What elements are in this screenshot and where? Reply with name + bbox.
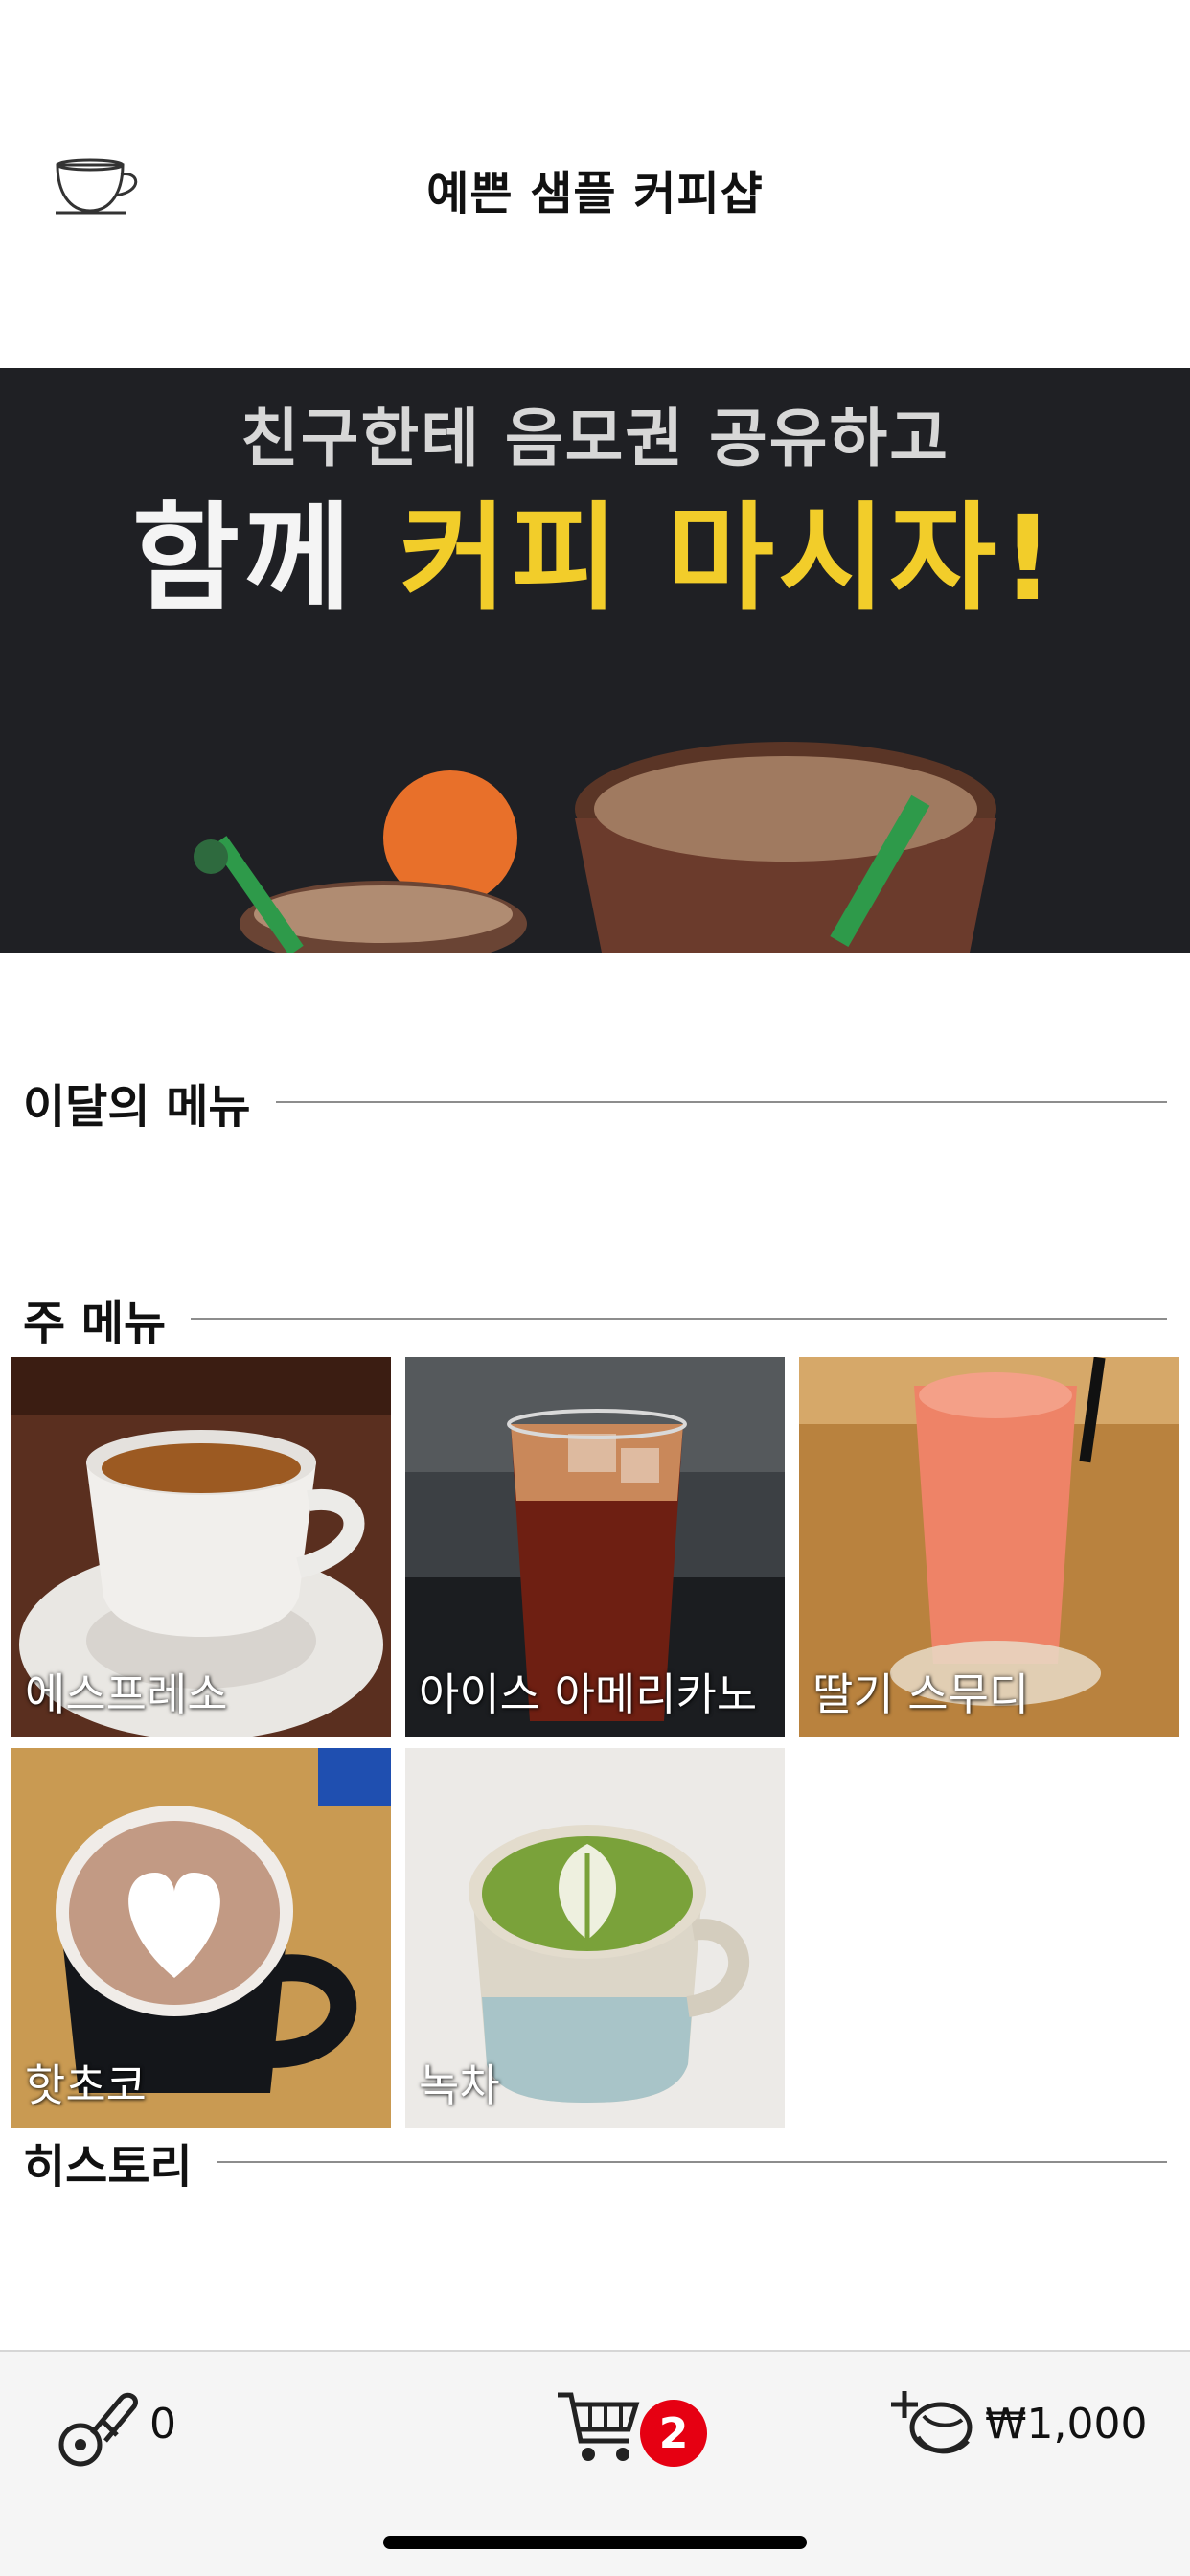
stamp-count: 0 — [149, 2399, 176, 2449]
banner-headline-white: 함께 — [131, 491, 400, 627]
menu-item-espresso[interactable]: 에스프레소 — [11, 1357, 391, 1736]
menu-item-iced-americano[interactable]: 아이스 아메리카노 — [405, 1357, 785, 1736]
banner-drinks-image — [194, 742, 996, 953]
cart-badge: 2 — [640, 2400, 707, 2467]
section-title: 주 메뉴 — [23, 1297, 167, 1350]
banner-headline: 함께 커피 마시자! — [0, 464, 1190, 633]
app-title: 예쁜 샘플 커피샵 — [426, 167, 764, 220]
menu-item-label: 아이스 아메리카노 — [419, 1668, 758, 1720]
divider — [217, 2161, 1167, 2163]
cart-icon — [558, 2392, 640, 2461]
promo-banner[interactable]: 친구한테 음모권 공유하고 함께 커피 마시자! — [0, 368, 1190, 953]
home-indicator[interactable] — [383, 2536, 807, 2549]
section-monthly-menu: 이달의 메뉴 — [23, 1073, 1167, 1134]
menu-item-label: 딸기 스무디 — [812, 1668, 1030, 1720]
add-coin-icon — [891, 2391, 973, 2454]
divider — [275, 1101, 1167, 1103]
stamp-button[interactable]: 0 — [54, 2371, 176, 2476]
menu-item-green-tea[interactable]: 녹차 — [405, 1748, 785, 2128]
balance-button[interactable]: ₩1,000 — [885, 2371, 1147, 2476]
divider — [191, 1318, 1167, 1320]
section-main-menu: 주 메뉴 — [23, 1290, 1167, 1350]
menu-item-label: 핫초코 — [25, 2059, 147, 2111]
menu-item-label: 에스프레소 — [25, 1668, 228, 1720]
app-header: 예쁜 샘플 커피샵 — [0, 0, 1190, 368]
balance-amount: ₩1,000 — [985, 2399, 1148, 2449]
banner-headline-yellow: 커피 마시자! — [399, 491, 1059, 627]
menu-item-hot-chocolate[interactable]: 핫초코 — [11, 1748, 391, 2128]
section-title: 이달의 메뉴 — [23, 1080, 251, 1134]
section-title: 히스토리 — [23, 2140, 193, 2194]
stamp-icon — [58, 2392, 138, 2467]
section-history: 히스토리 — [23, 2133, 1167, 2194]
menu-item-strawberry-smoothie[interactable]: 딸기 스무디 — [799, 1357, 1179, 1736]
menu-item-label: 녹차 — [419, 2059, 500, 2111]
cart-button[interactable]: 2 — [552, 2371, 707, 2476]
